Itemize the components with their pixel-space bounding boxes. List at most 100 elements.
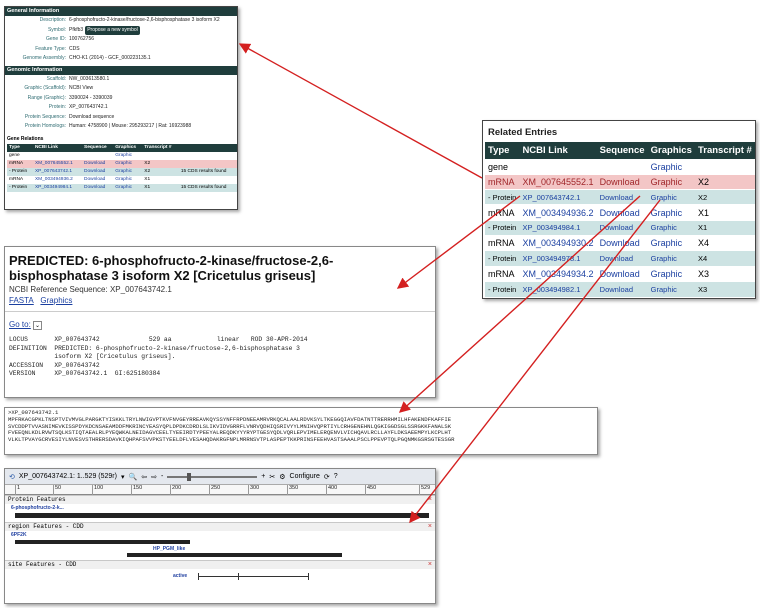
feature-bar[interactable] [15, 540, 190, 544]
info-row: Gene ID: 100762756 [5, 35, 237, 45]
cell-seq[interactable]: Download [596, 234, 648, 251]
cell-link[interactable]: XM_003494930.2 [519, 234, 597, 251]
cell-link[interactable]: XP_003494984.1 [519, 219, 597, 236]
fasta-link[interactable]: FASTA [9, 296, 34, 305]
cell-tr: X1 [694, 219, 755, 236]
track-protein-features[interactable]: Protein Features × 6-phosphofructo-2-k..… [5, 495, 435, 522]
zoom-out-icon[interactable]: - [161, 473, 163, 480]
table-cell[interactable]: Graphic [113, 152, 142, 160]
chevron-down-icon[interactable]: ▾ [121, 473, 125, 481]
zoom-in-icon[interactable]: + [261, 473, 265, 480]
cell-link[interactable] [519, 158, 597, 175]
propose-symbol-button[interactable]: Propose a new symbol [85, 25, 140, 35]
ruler-label: 350 [289, 485, 299, 491]
table-cell [179, 160, 237, 168]
table-cell[interactable]: XM_007645552.1 [33, 160, 82, 168]
feature-bar[interactable] [15, 513, 429, 518]
ruler-label: 1 [17, 485, 21, 491]
table-cell[interactable]: Download [82, 160, 113, 168]
ruler-label: 100 [94, 485, 104, 491]
cell-seq[interactable]: Download [596, 189, 648, 205]
cell-link[interactable]: XP_003494978.1 [519, 250, 597, 267]
cell-link[interactable]: XP_003494982.1 [519, 280, 597, 297]
table-cell [142, 152, 179, 160]
cell-gfx[interactable]: Graphic [647, 234, 695, 251]
column-header: Type [488, 144, 510, 156]
cell-gfx[interactable]: Graphic [647, 250, 695, 267]
ruler-label: 529 [421, 485, 431, 491]
site-line[interactable] [198, 576, 308, 577]
forward-icon[interactable]: ⇨ [151, 473, 157, 481]
configure-button[interactable]: Configure [290, 473, 320, 480]
table-cell[interactable]: XP_003494984.1 [33, 184, 82, 192]
cell-type: - Protein [485, 219, 520, 236]
cell-seq[interactable]: Download [596, 265, 648, 282]
refresh-icon[interactable]: ⟳ [324, 473, 330, 481]
gene-relations-title: Gene Relations [7, 135, 44, 142]
cell-link[interactable]: XM_003494936.2 [519, 204, 597, 221]
close-icon[interactable]: × [428, 561, 432, 568]
info-key: Protein: [48, 104, 66, 110]
table-cell[interactable]: Download [82, 168, 113, 176]
cell-link[interactable]: XM_003494934.2 [519, 265, 597, 282]
info-key: Graphic (Scaffold): [24, 85, 66, 91]
cell-gfx[interactable]: Graphic [647, 158, 695, 175]
cell-gfx[interactable]: Graphic [647, 265, 695, 282]
cell-gfx[interactable]: Graphic [647, 189, 695, 205]
table-cell[interactable]: Graphic [113, 160, 142, 168]
table-cell: 15 CDS results found [180, 169, 227, 174]
tools-icon[interactable]: ✂ [269, 473, 275, 481]
info-key: Description: [39, 17, 66, 23]
general-info-header: General Information [5, 7, 237, 16]
related-entries-title: Related Entries [488, 127, 558, 138]
cell-seq[interactable] [596, 158, 648, 175]
chevron-down-icon[interactable]: ⌄ [33, 321, 43, 330]
cell-seq[interactable]: Download [596, 250, 648, 267]
cell-gfx[interactable]: Graphic [647, 204, 695, 221]
close-icon[interactable]: × [428, 523, 432, 530]
back-icon[interactable]: ⇦ [141, 473, 147, 481]
track-site-features[interactable]: site Features - CDD × active [5, 560, 435, 590]
table-cell[interactable]: Graphic [113, 184, 142, 192]
column-header: NCBI Link [522, 144, 568, 156]
refresh-icon[interactable]: ⟲ [9, 473, 15, 481]
help-icon[interactable]: ? [334, 473, 338, 480]
cell-seq[interactable]: Download [596, 173, 648, 190]
gear-icon[interactable]: ⚙ [279, 473, 285, 481]
cell-link[interactable]: XM_007645552.1 [519, 173, 597, 190]
cell-gfx[interactable]: Graphic [647, 280, 695, 297]
search-icon[interactable]: 🔍 [128, 473, 137, 481]
info-row: Protein Sequence: Download sequence [5, 113, 237, 123]
table-cell: 15 CDS results found [180, 185, 227, 190]
ruler-label: 450 [367, 485, 377, 491]
feature-bar[interactable] [127, 553, 342, 557]
table-cell[interactable]: Graphic [113, 168, 142, 176]
table-cell[interactable]: XP_007643742.1 [33, 168, 82, 176]
cell-seq[interactable]: Download [596, 280, 648, 297]
cell-link[interactable]: XP_007643742.1 [519, 189, 597, 205]
gene-relations-table: Type NCBI Link Sequence Graphics Transcript … [7, 143, 237, 192]
table-cell[interactable]: Graphic [113, 176, 142, 184]
cell-seq[interactable]: Download [596, 219, 648, 236]
zoom-slider[interactable] [167, 472, 258, 481]
table-cell: - Protein [9, 169, 28, 174]
track-region-features[interactable]: region Features - CDD × 6PF2K HP_PGM_lik… [5, 522, 435, 560]
sequence-tab[interactable]: XP_007643742.1: 1..529 (529r) [19, 473, 117, 480]
graphics-link[interactable]: Graphics [40, 296, 72, 305]
goto-link[interactable]: Go to: [9, 320, 31, 329]
info-key: Feature Type: [35, 45, 66, 52]
cell-type: mRNA [485, 173, 520, 190]
table-cell[interactable]: Download [82, 184, 113, 192]
table-cell[interactable]: XM_003494936.2 [33, 176, 82, 184]
table-cell[interactable]: Download [82, 176, 113, 184]
table-row: gene Graphic [7, 152, 237, 160]
info-row: Scaffold: NW_003613580.1 [5, 75, 237, 85]
feature-label: active [173, 573, 188, 579]
cell-type: mRNA [485, 265, 520, 282]
close-icon[interactable]: × [428, 496, 432, 503]
cell-seq[interactable]: Download [596, 204, 648, 221]
related-entries-table: Type NCBI Link Sequence Graphics Transcript … [485, 142, 755, 297]
cell-gfx[interactable]: Graphic [647, 219, 695, 236]
ruler-label: 200 [172, 485, 182, 491]
cell-gfx[interactable]: Graphic [647, 173, 695, 190]
